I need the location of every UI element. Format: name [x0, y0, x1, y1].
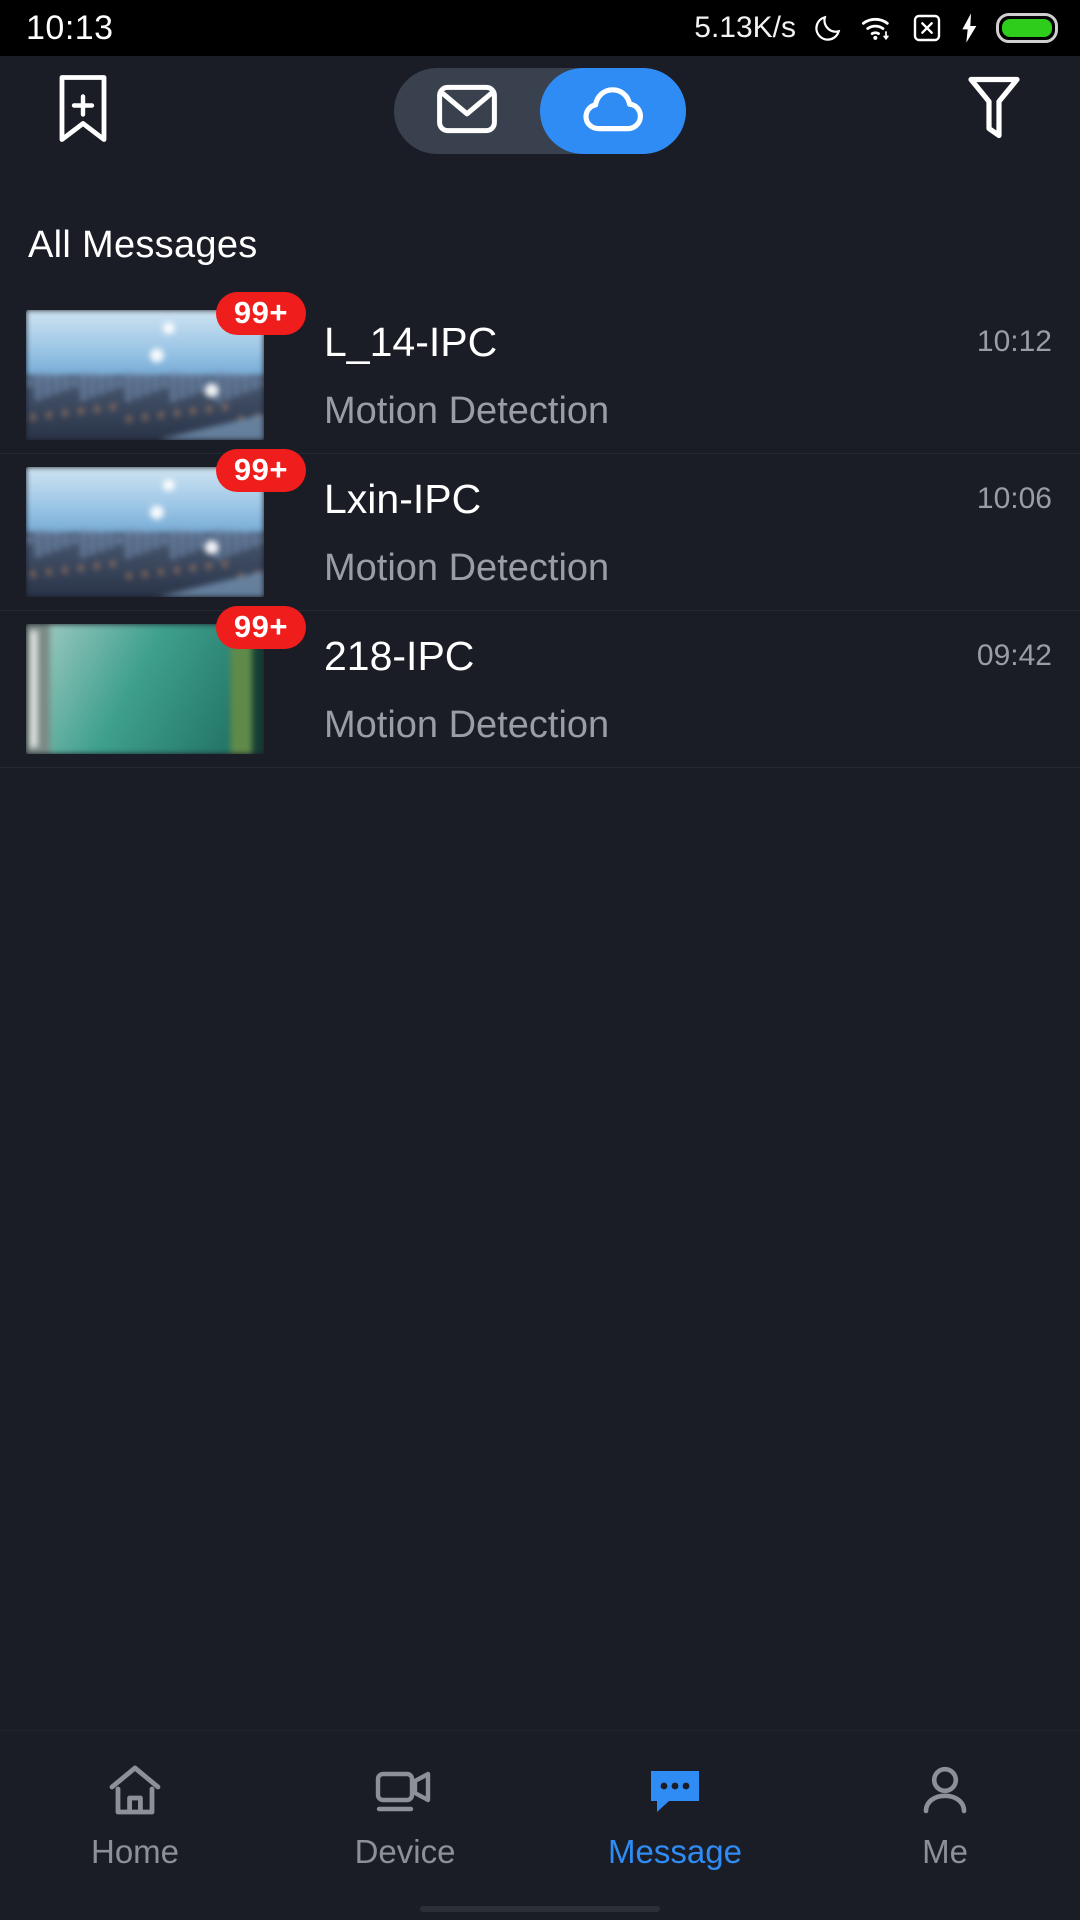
nav-item-me[interactable]: Me: [810, 1731, 1080, 1871]
thumbnail-wrap: 99+: [26, 449, 306, 597]
message-list-item[interactable]: 99+ L_14-IPC Motion Detection 10:12: [0, 292, 1080, 454]
battery-icon: [996, 13, 1058, 43]
bookmark-add-icon[interactable]: [52, 73, 114, 150]
message-device-name: Lxin-IPC: [324, 476, 482, 523]
message-list-item[interactable]: 99+ 218-IPC Motion Detection 09:42: [0, 606, 1080, 768]
bottom-navigation-bar: Home Device Message Me: [0, 1730, 1080, 1920]
top-toolbar: [0, 56, 1080, 166]
sim-card-disabled-icon: [912, 12, 942, 44]
home-indicator: [420, 1906, 660, 1912]
toggle-mail[interactable]: [394, 68, 540, 154]
section-title: All Messages: [28, 224, 258, 266]
home-icon: [106, 1761, 164, 1819]
filter-funnel-icon[interactable]: [966, 73, 1022, 150]
message-timestamp: 10:06: [976, 482, 1052, 515]
cloud-icon: [580, 84, 646, 139]
message-timestamp: 10:12: [976, 325, 1052, 358]
status-bar-icons: 5.13K/s: [694, 11, 1058, 45]
person-icon: [917, 1761, 973, 1819]
wifi-icon: [860, 12, 896, 44]
message-text-block: L_14-IPC Motion Detection: [264, 319, 977, 432]
message-device-name: L_14-IPC: [324, 319, 498, 366]
unread-badge: 99+: [215, 449, 306, 492]
charging-bolt-icon: [958, 12, 980, 44]
message-text-block: 218-IPC Motion Detection: [264, 633, 977, 746]
nav-label-home: Home: [90, 1833, 180, 1870]
nav-label-device: Device: [354, 1833, 456, 1870]
message-list-item[interactable]: 99+ Lxin-IPC Motion Detection 10:06: [0, 449, 1080, 611]
message-event-type: Motion Detection: [324, 389, 610, 432]
mail-icon: [436, 83, 498, 140]
status-bar-clock: 10:13: [26, 8, 114, 47]
nav-item-message[interactable]: Message: [540, 1731, 810, 1871]
thumbnail-wrap: 99+: [26, 292, 306, 440]
unread-badge: 99+: [215, 606, 306, 649]
message-event-type: Motion Detection: [324, 546, 610, 589]
message-event-type: Motion Detection: [324, 703, 610, 746]
chat-bubble-icon: [645, 1761, 705, 1819]
thumbnail-wrap: 99+: [26, 606, 306, 754]
message-text-block: Lxin-IPC Motion Detection: [264, 476, 977, 589]
message-list: 99+ L_14-IPC Motion Detection 10:12 99+ …: [0, 292, 1080, 768]
nav-label-message: Message: [608, 1833, 742, 1870]
video-camera-icon: [373, 1761, 437, 1819]
unread-badge: 99+: [215, 292, 306, 335]
nav-item-device[interactable]: Device: [270, 1731, 540, 1871]
status-bar: 10:13 5.13K/s: [0, 0, 1080, 56]
do-not-disturb-moon-icon: [812, 12, 844, 44]
message-timestamp: 09:42: [976, 639, 1052, 672]
message-device-name: 218-IPC: [324, 633, 475, 680]
message-source-toggle[interactable]: [394, 68, 686, 154]
toggle-cloud[interactable]: [540, 68, 686, 154]
network-speed-text: 5.13K/s: [694, 11, 796, 44]
nav-item-home[interactable]: Home: [0, 1731, 270, 1871]
nav-label-me: Me: [922, 1833, 968, 1870]
